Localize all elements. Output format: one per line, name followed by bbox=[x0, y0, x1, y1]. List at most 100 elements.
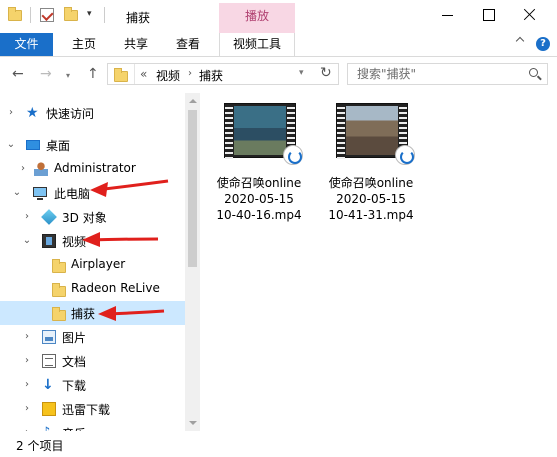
cube-icon bbox=[41, 209, 57, 225]
tree-item-quick-access[interactable]: › ★ 快速访问 bbox=[0, 101, 185, 125]
scrollbar-thumb[interactable] bbox=[188, 110, 197, 267]
navigation-scrollbar[interactable] bbox=[185, 93, 200, 431]
breadcrumb-overflow[interactable]: « bbox=[140, 67, 147, 81]
chevron-right-icon[interactable]: › bbox=[22, 379, 32, 390]
folder-icon bbox=[114, 68, 128, 82]
tab-share[interactable]: 共享 bbox=[114, 33, 158, 56]
tree-item-this-pc[interactable]: ⌄ 此电脑 bbox=[0, 181, 185, 205]
chevron-down-icon[interactable]: ⌄ bbox=[6, 139, 16, 150]
tree-item-downloads[interactable]: › ↓ 下载 bbox=[0, 373, 185, 397]
breadcrumb-videos[interactable]: 视频 bbox=[156, 67, 180, 84]
chevron-right-icon[interactable]: › bbox=[22, 403, 32, 414]
tree-item-pictures[interactable]: › 图片 bbox=[0, 325, 185, 349]
properties-checkmark-icon[interactable] bbox=[40, 8, 54, 22]
tree-item-desktop[interactable]: ⌄ 桌面 bbox=[0, 133, 185, 157]
chevron-right-icon[interactable]: › bbox=[6, 107, 16, 118]
pictures-icon bbox=[42, 330, 56, 344]
new-folder-icon[interactable] bbox=[64, 7, 78, 22]
folder-icon bbox=[42, 402, 56, 416]
tree-label: 此电脑 bbox=[54, 187, 91, 201]
search-input[interactable] bbox=[348, 64, 518, 84]
address-dropdown-icon[interactable]: ▾ bbox=[299, 68, 304, 78]
expand-ribbon-icon[interactable] bbox=[515, 38, 525, 48]
tree-label: Administrator bbox=[54, 161, 136, 175]
tree-item-videos[interactable]: ⌄ 视频 bbox=[0, 229, 185, 253]
tree-label: 下载 bbox=[62, 379, 87, 393]
forward-arrow-icon[interactable]: → bbox=[40, 67, 52, 81]
computer-icon bbox=[33, 187, 47, 200]
tab-video-tools[interactable]: 视频工具 bbox=[219, 33, 295, 56]
help-icon[interactable]: ? bbox=[536, 37, 550, 51]
refresh-icon[interactable]: ↻ bbox=[320, 65, 332, 81]
status-bar: 2 个项目 bbox=[0, 431, 557, 457]
file-name: 使命召唤online 2020-05-15 10-41-31.mp4 bbox=[328, 176, 414, 222]
search-box[interactable] bbox=[347, 63, 548, 85]
window-title: 捕获 bbox=[126, 11, 151, 25]
download-icon: ↓ bbox=[42, 377, 54, 393]
close-button[interactable] bbox=[520, 6, 540, 24]
navigation-pane: › ★ 快速访问 ⌄ 桌面 › Administrator ⌄ 此电脑 › 3D… bbox=[0, 93, 200, 431]
contextual-tab-play: 播放 bbox=[219, 3, 295, 33]
breadcrumb-capture[interactable]: 捕获 bbox=[199, 67, 223, 84]
scroll-up-arrow-icon[interactable] bbox=[185, 93, 200, 108]
up-arrow-icon[interactable]: ↑ bbox=[87, 67, 99, 81]
maximize-button[interactable] bbox=[479, 6, 499, 24]
file-name: 使命召唤online 2020-05-15 10-40-16.mp4 bbox=[216, 176, 302, 222]
recent-locations-dropdown-icon[interactable]: ▾ bbox=[66, 69, 70, 83]
toolbar-separator bbox=[104, 7, 105, 23]
tree-label: 3D 对象 bbox=[62, 211, 107, 225]
chevron-right-icon[interactable]: › bbox=[22, 211, 32, 222]
tree-item-xunlei-downloads[interactable]: › 迅雷下载 bbox=[0, 397, 185, 421]
chevron-right-icon[interactable]: › bbox=[22, 331, 32, 342]
tab-view[interactable]: 查看 bbox=[166, 33, 210, 56]
star-icon: ★ bbox=[26, 105, 39, 121]
tab-file[interactable]: 文件 bbox=[0, 33, 53, 56]
scroll-down-arrow-icon[interactable] bbox=[185, 416, 200, 431]
chevron-down-icon[interactable]: ⌄ bbox=[22, 235, 32, 246]
folder-icon bbox=[52, 307, 66, 321]
tree-label: 捕获 bbox=[71, 307, 96, 321]
tree-item-3d-objects[interactable]: › 3D 对象 bbox=[0, 205, 185, 229]
navigation-bar: ← → ▾ ↑ « 视频 › 捕获 ▾ ↻ bbox=[0, 57, 557, 93]
toolbar-separator bbox=[30, 7, 31, 23]
tab-home[interactable]: 主页 bbox=[62, 33, 106, 56]
customize-toolbar-dropdown-icon[interactable]: ▾ bbox=[87, 9, 92, 19]
tree-item-radeon-relive[interactable]: Radeon ReLive bbox=[0, 277, 185, 301]
minimize-button[interactable] bbox=[438, 6, 458, 24]
user-icon bbox=[34, 162, 48, 176]
chevron-down-icon[interactable]: ⌄ bbox=[12, 187, 22, 198]
title-bar: ▾ 捕获 播放 bbox=[0, 0, 557, 33]
documents-icon bbox=[42, 354, 56, 368]
search-icon[interactable] bbox=[529, 68, 538, 77]
tree-label: 桌面 bbox=[46, 139, 71, 153]
file-item[interactable]: 使命召唤online 2020-05-15 10-40-16.mp4 bbox=[204, 103, 314, 222]
address-separator bbox=[134, 64, 135, 84]
tree-label: 视频 bbox=[62, 235, 87, 249]
address-bar[interactable]: « 视频 › 捕获 ▾ ↻ bbox=[107, 63, 339, 85]
tree-label: 文档 bbox=[62, 355, 87, 369]
file-item[interactable]: 使命召唤online 2020-05-15 10-41-31.mp4 bbox=[316, 103, 426, 222]
item-count: 2 个项目 bbox=[16, 439, 64, 453]
tree-item-administrator[interactable]: › Administrator bbox=[0, 157, 185, 181]
media-player-badge-icon bbox=[395, 145, 415, 165]
chevron-right-icon[interactable]: › bbox=[22, 355, 32, 366]
video-icon bbox=[42, 234, 56, 248]
chevron-right-icon[interactable]: › bbox=[18, 163, 28, 174]
ribbon-tabs: 文件 主页 共享 查看 视频工具 ? bbox=[0, 33, 557, 57]
tree-label: 迅雷下载 bbox=[62, 403, 111, 417]
tree-item-documents[interactable]: › 文档 bbox=[0, 349, 185, 373]
tree-label: Radeon ReLive bbox=[71, 281, 160, 295]
tree-item-airplayer[interactable]: Airplayer bbox=[0, 253, 185, 277]
chevron-right-icon[interactable]: › bbox=[188, 68, 192, 79]
folder-icon bbox=[52, 283, 66, 297]
folder-icon[interactable] bbox=[8, 7, 22, 22]
tree-item-capture[interactable]: 捕获 bbox=[0, 301, 185, 325]
desktop-icon bbox=[26, 140, 40, 150]
folder-icon bbox=[52, 259, 66, 273]
file-list: 使命召唤online 2020-05-15 10-40-16.mp4 使命召唤o… bbox=[200, 93, 557, 431]
back-arrow-icon[interactable]: ← bbox=[12, 67, 24, 81]
tree-label: 快速访问 bbox=[46, 107, 95, 121]
tree-item-music[interactable]: › ♪ 音乐 bbox=[0, 421, 185, 432]
tree-label: Airplayer bbox=[71, 257, 126, 271]
media-player-badge-icon bbox=[283, 145, 303, 165]
